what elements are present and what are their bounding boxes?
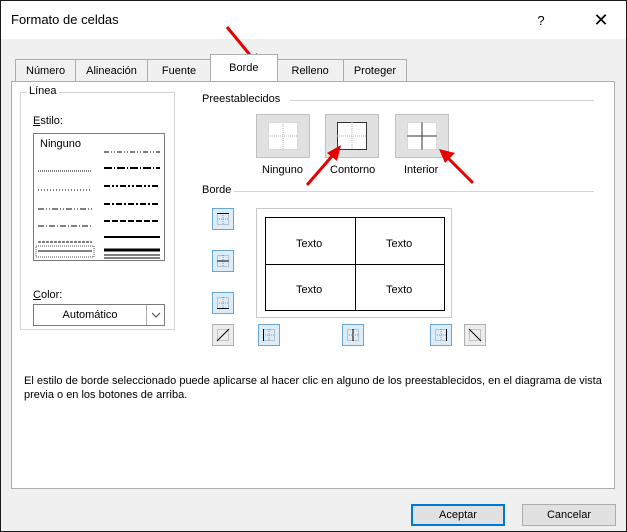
preestablecidos-divider	[290, 100, 594, 101]
title-bar: Formato de celdas ? ✕	[1, 1, 626, 39]
border-inside-vertical-icon	[347, 329, 359, 341]
tab-strip: Número Alineación Fuente Borde Relleno P…	[15, 54, 408, 81]
border-right-button[interactable]	[430, 324, 452, 346]
description-text: El estilo de borde seleccionado puede ap…	[24, 375, 602, 401]
border-right-icon	[435, 329, 447, 341]
preset-ninguno-label: Ninguno	[262, 164, 303, 176]
preestablecidos-label: Preestablecidos	[202, 93, 285, 105]
border-inside-horizontal-button[interactable]	[212, 250, 234, 272]
tab-fuente[interactable]: Fuente	[146, 59, 212, 81]
preview-cell-text: Texto	[296, 238, 323, 250]
tab-alineacion[interactable]: Alineación	[75, 59, 148, 81]
border-preview[interactable]: Texto Texto Texto Texto	[256, 208, 452, 318]
border-top-icon	[217, 213, 229, 225]
close-button[interactable]: ✕	[581, 5, 621, 35]
border-left-icon	[263, 329, 275, 341]
annotation-arrow-contorno	[305, 145, 341, 186]
estilo-label: Estilo:	[33, 115, 63, 127]
chevron-down-icon[interactable]	[146, 305, 164, 325]
color-dropdown[interactable]: Automático	[33, 304, 165, 326]
line-style-list[interactable]: Ninguno	[33, 133, 165, 261]
tab-relleno[interactable]: Relleno	[276, 59, 344, 81]
border-inside-horizontal-icon	[217, 255, 229, 267]
help-button[interactable]: ?	[521, 5, 561, 35]
diagonal-down-icon	[468, 328, 482, 342]
linea-group-label: Línea	[27, 85, 59, 97]
tab-proteger[interactable]: Proteger	[342, 59, 408, 81]
border-inside-vertical-button[interactable]	[342, 324, 364, 346]
line-style-samples	[35, 151, 160, 259]
diagonal-up-icon	[216, 328, 230, 342]
dialog-title: Formato de celdas	[11, 12, 119, 27]
tab-borde[interactable]: Borde	[210, 54, 278, 81]
linea-group: Línea Estilo: Ninguno Color: Automático	[20, 85, 175, 330]
border-diagonal-up-button[interactable]	[212, 324, 234, 346]
preview-grid: Texto Texto Texto Texto	[265, 217, 445, 311]
color-value: Automático	[62, 309, 118, 321]
preview-cell-text: Texto	[386, 238, 413, 250]
preview-cell-text: Texto	[296, 284, 323, 296]
annotation-arrow-interior	[439, 149, 475, 185]
border-diagonal-down-button[interactable]	[464, 324, 486, 346]
color-label-rest: olor:	[40, 289, 63, 301]
tab-numero[interactable]: Número	[15, 59, 77, 81]
preset-none-icon	[268, 122, 298, 150]
cancel-button[interactable]: Cancelar	[522, 504, 616, 526]
ok-button[interactable]: Aceptar	[411, 504, 505, 526]
border-left-button[interactable]	[258, 324, 280, 346]
estilo-label-rest: stilo:	[40, 115, 63, 127]
borde-label: Borde	[202, 184, 236, 196]
format-cells-dialog: Formato de celdas ? ✕ Número Alineación …	[0, 0, 627, 532]
preview-inside-horizontal	[266, 264, 444, 265]
color-label: Color:	[33, 289, 63, 301]
border-bottom-button[interactable]	[212, 292, 234, 314]
border-top-button[interactable]	[212, 208, 234, 230]
border-bottom-icon	[217, 297, 229, 309]
preview-cell-text: Texto	[386, 284, 413, 296]
borde-divider	[234, 191, 594, 192]
